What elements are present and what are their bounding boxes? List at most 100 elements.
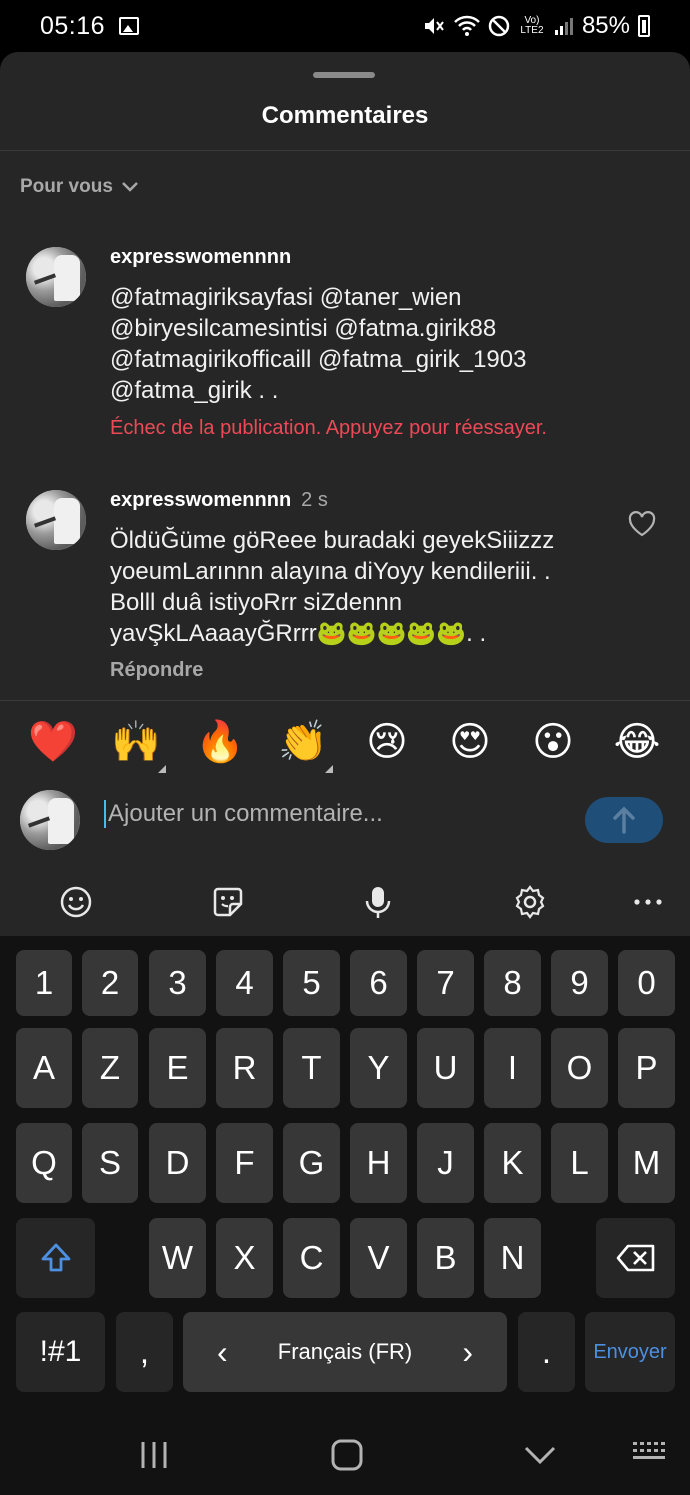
key-6[interactable]: 6 <box>350 950 407 1016</box>
key-l[interactable]: L <box>551 1123 608 1203</box>
key-9[interactable]: 9 <box>551 950 608 1016</box>
emoji-raising-hands[interactable]: 🙌 <box>111 717 161 767</box>
key-n[interactable]: N <box>484 1218 541 1298</box>
home-icon[interactable] <box>330 1438 364 1472</box>
skin-tone-indicator <box>158 765 166 773</box>
comment-line[interactable]: @fatmagirikofficaill @fatma_girik_1903 <box>110 344 610 375</box>
key-2[interactable]: 2 <box>82 950 138 1016</box>
key-e[interactable]: E <box>149 1028 206 1108</box>
key-1[interactable]: 1 <box>16 950 72 1016</box>
key-r[interactable]: R <box>216 1028 273 1108</box>
emoji-heart[interactable]: ❤️ <box>28 717 78 767</box>
emoji-laughing[interactable]: 😂 <box>612 717 662 767</box>
emoji-crying[interactable]: 😢 <box>362 717 412 767</box>
post-comment-button[interactable] <box>585 797 663 843</box>
comment-username-text[interactable]: expresswomennnn <box>110 489 291 511</box>
key-y[interactable]: Y <box>350 1028 407 1108</box>
key-7[interactable]: 7 <box>417 950 474 1016</box>
sheet-title: Commentaires <box>261 102 429 129</box>
drag-handle[interactable] <box>313 72 375 78</box>
avatar[interactable] <box>26 490 86 550</box>
sort-filter-dropdown[interactable]: Pour vous <box>20 176 139 198</box>
comment-username[interactable]: expresswomennnn <box>110 246 291 269</box>
emoji-surprised[interactable]: 😮 <box>528 717 578 767</box>
comment-input[interactable]: Ajouter un commentaire... <box>104 800 383 828</box>
key-v[interactable]: V <box>350 1218 407 1298</box>
skin-tone-indicator <box>325 765 333 773</box>
post-failed-retry[interactable]: Échec de la publication. Appuyez pour ré… <box>110 417 547 440</box>
key-s[interactable]: S <box>82 1123 138 1203</box>
chevron-down-icon <box>122 182 138 192</box>
key-c[interactable]: C <box>283 1218 340 1298</box>
comment-line[interactable]: @fatma_girik . . <box>110 375 610 406</box>
key-d[interactable]: D <box>149 1123 206 1203</box>
comment-text: @fatmagiriksayfasi @taner_wien @biryesil… <box>110 282 610 406</box>
key-5[interactable]: 5 <box>283 950 340 1016</box>
key-o[interactable]: O <box>551 1028 608 1108</box>
recent-apps-icon[interactable] <box>138 1438 170 1472</box>
comment-composer: Ajouter un commentaire... <box>0 782 690 856</box>
period-key[interactable]: . <box>518 1312 575 1392</box>
shift-key[interactable] <box>16 1218 95 1298</box>
divider <box>0 150 690 151</box>
comment-line: Bolll duâ istiyoRrr siZdennn <box>110 589 403 616</box>
comment-line[interactable]: @biryesilcamesintisi @fatma.girik88 <box>110 313 610 344</box>
comment-item: expresswomennnn 2 s ÖldüĞüme göReee burad… <box>0 485 690 695</box>
key-u[interactable]: U <box>417 1028 474 1108</box>
back-icon[interactable] <box>522 1438 558 1472</box>
heart-icon[interactable] <box>628 511 656 537</box>
send-key[interactable]: Envoyer <box>585 1312 675 1392</box>
sticker-icon[interactable] <box>210 884 246 920</box>
key-i[interactable]: I <box>484 1028 541 1108</box>
key-p[interactable]: P <box>618 1028 675 1108</box>
key-0[interactable]: 0 <box>618 950 675 1016</box>
comma-key[interactable]: , <box>116 1312 173 1392</box>
backspace-key[interactable] <box>596 1218 675 1298</box>
comment-username: expresswomennnn 2 s <box>110 489 328 512</box>
key-g[interactable]: G <box>283 1123 340 1203</box>
wifi-icon <box>454 15 480 36</box>
key-t[interactable]: T <box>283 1028 340 1108</box>
key-4[interactable]: 4 <box>216 950 273 1016</box>
emoji-fire[interactable]: 🔥 <box>195 717 245 767</box>
language-next-icon: › <box>462 1333 473 1370</box>
comment-line[interactable]: @fatmagiriksayfasi @taner_wien <box>110 282 610 313</box>
keyboard-icon[interactable] <box>632 1438 668 1468</box>
reply-button[interactable]: Répondre <box>110 659 203 682</box>
comments-sheet: Commentaires Pour vous expresswomennnn @… <box>0 52 690 936</box>
mute-icon <box>424 18 444 34</box>
key-k[interactable]: K <box>484 1123 541 1203</box>
battery-percent: 85% <box>581 12 630 39</box>
microphone-icon[interactable] <box>360 884 396 920</box>
key-3[interactable]: 3 <box>149 950 206 1016</box>
arrow-up-icon <box>613 806 635 834</box>
key-8[interactable]: 8 <box>484 950 541 1016</box>
emoji-clapping[interactable]: 👏 <box>278 717 328 767</box>
key-x[interactable]: X <box>216 1218 273 1298</box>
quick-emoji-bar: ❤️ 🙌 🔥 👏 😢 😍 😮 😂 <box>0 717 690 773</box>
emoji-heart-eyes[interactable]: 😍 <box>445 717 495 767</box>
settings-icon[interactable] <box>512 884 548 920</box>
space-key[interactable]: ‹ Français (FR) › <box>183 1312 507 1392</box>
more-icon[interactable] <box>630 884 666 920</box>
navigation-bar <box>0 1416 690 1495</box>
key-z[interactable]: Z <box>82 1028 138 1108</box>
network-label: Vo) LTE2 <box>520 15 544 36</box>
key-b[interactable]: B <box>417 1218 474 1298</box>
key-h[interactable]: H <box>350 1123 407 1203</box>
key-w[interactable]: W <box>149 1218 206 1298</box>
comment-text: ÖldüĞüme göReee buradaki geyekSiiizzz yo… <box>110 525 610 649</box>
emoji-icon[interactable] <box>58 884 94 920</box>
symbols-key[interactable]: !#1 <box>16 1312 105 1392</box>
avatar[interactable] <box>26 247 86 307</box>
status-icons: Vo) LTE2 85% <box>422 12 650 40</box>
filter-label: Pour vous <box>20 176 113 197</box>
shift-icon <box>41 1243 70 1272</box>
key-q[interactable]: Q <box>16 1123 72 1203</box>
own-avatar <box>20 790 80 850</box>
key-a[interactable]: A <box>16 1028 72 1108</box>
key-j[interactable]: J <box>417 1123 474 1203</box>
key-m[interactable]: M <box>618 1123 675 1203</box>
language-label: Français (FR) <box>277 1339 413 1364</box>
key-f[interactable]: F <box>216 1123 273 1203</box>
